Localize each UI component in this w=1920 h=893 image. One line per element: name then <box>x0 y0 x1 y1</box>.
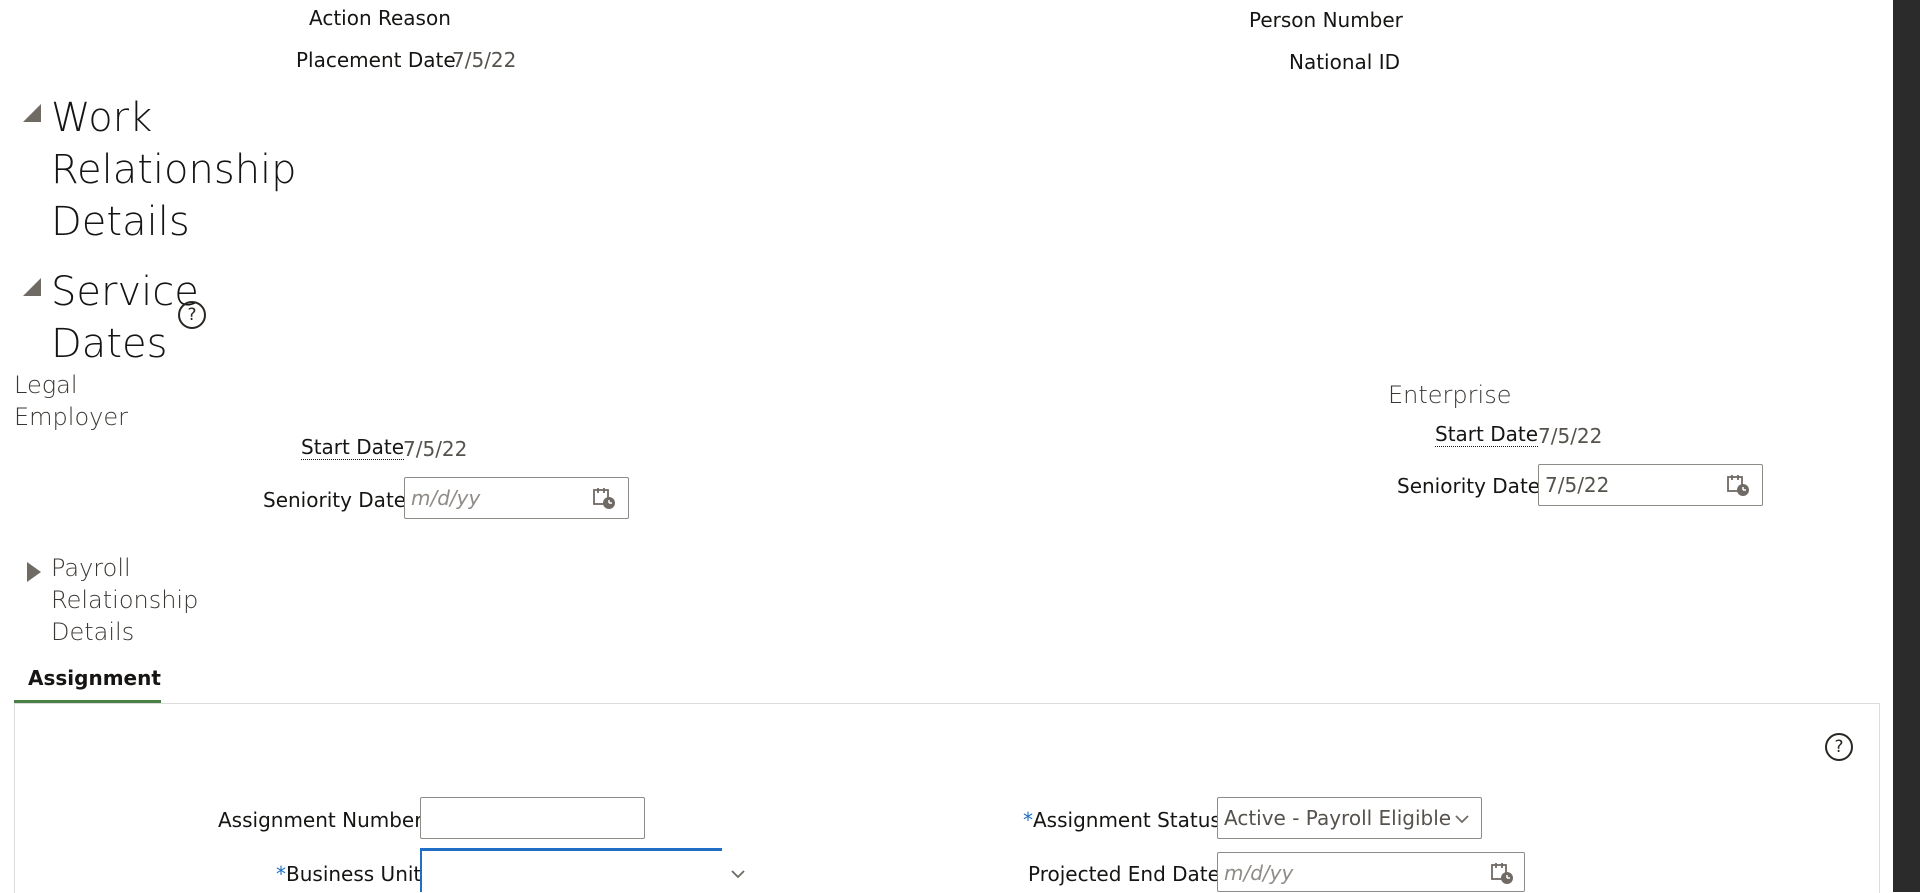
help-icon[interactable]: ? <box>178 301 206 329</box>
legal-employer-seniority-date-label: Seniority Date <box>263 488 407 512</box>
assignment-status-label-text: Assignment Status <box>1033 808 1221 832</box>
seniority-date-value: 7/5/22 <box>1545 473 1610 497</box>
business-unit-select[interactable] <box>420 848 759 892</box>
heading-line: Dates <box>51 321 168 367</box>
required-asterisk: * <box>1023 808 1033 832</box>
vertical-scrollbar[interactable] <box>1893 0 1920 892</box>
heading-line: Relationship <box>51 586 199 614</box>
assignment-status-value: Active - Payroll Eligible <box>1224 806 1452 830</box>
enterprise-seniority-date-input[interactable]: 7/5/22 <box>1538 464 1763 506</box>
chevron-down-icon[interactable] <box>729 865 747 883</box>
collapse-triangle-icon[interactable] <box>23 278 41 296</box>
legal-employer-heading: Legal Employer <box>14 369 128 433</box>
assignment-number-label: Assignment Number <box>218 808 423 832</box>
legal-employer-start-date-value: 7/5/22 <box>403 437 468 461</box>
heading-line: Details <box>51 199 190 245</box>
business-unit-label-text: Business Unit <box>286 862 422 886</box>
payroll-relationship-details-heading[interactable]: Payroll Relationship Details <box>51 552 198 648</box>
enterprise-start-date-value: 7/5/22 <box>1538 424 1603 448</box>
assignment-status-select[interactable]: Active - Payroll Eligible <box>1217 797 1482 839</box>
assignment-number-input[interactable] <box>420 797 645 839</box>
service-dates-heading[interactable]: Service Dates <box>51 266 199 370</box>
projected-end-date-placeholder: m/d/yy <box>1224 861 1294 885</box>
tab-assignment[interactable]: Assignment <box>28 666 161 690</box>
enterprise-seniority-date-label: Seniority Date <box>1397 474 1541 498</box>
seniority-date-placeholder: m/d/yy <box>411 486 481 510</box>
person-number-label: Person Number <box>1249 8 1403 32</box>
legal-employer-seniority-date-input[interactable]: m/d/yy <box>404 477 629 519</box>
calendar-icon[interactable] <box>1490 861 1514 885</box>
help-icon[interactable]: ? <box>1825 733 1853 761</box>
legal-employer-start-date-label[interactable]: Start Date <box>301 435 405 460</box>
required-asterisk: * <box>276 862 286 886</box>
focus-border-gap <box>722 848 759 851</box>
work-relationship-details-heading[interactable]: Work Relationship Details <box>51 92 297 248</box>
heading-line: Relationship <box>51 147 297 193</box>
heading-line: Work <box>51 95 153 141</box>
projected-end-date-input[interactable]: m/d/yy <box>1217 852 1525 892</box>
enterprise-heading: Enterprise <box>1388 381 1512 409</box>
heading-line: Employer <box>14 403 128 431</box>
calendar-icon[interactable] <box>1726 473 1750 497</box>
collapse-triangle-icon[interactable] <box>23 104 41 122</box>
chevron-down-icon[interactable] <box>1453 810 1471 828</box>
expand-triangle-icon[interactable] <box>27 562 41 582</box>
action-reason-label: Action Reason <box>309 6 451 30</box>
calendar-icon[interactable] <box>592 486 616 510</box>
business-unit-label: *Business Unit <box>276 862 421 886</box>
assignment-status-label: *Assignment Status <box>1023 808 1221 832</box>
heading-line: Service <box>51 269 199 315</box>
national-id-label: National ID <box>1289 50 1400 74</box>
placement-date-label: Placement Date <box>296 48 456 72</box>
placement-date-value: 7/5/22 <box>452 48 517 72</box>
heading-line: Legal <box>14 371 78 399</box>
projected-end-date-label: Projected End Date <box>1028 862 1220 886</box>
heading-line: Payroll <box>51 554 131 582</box>
enterprise-start-date-label[interactable]: Start Date <box>1435 422 1539 447</box>
heading-line: Details <box>51 618 135 646</box>
